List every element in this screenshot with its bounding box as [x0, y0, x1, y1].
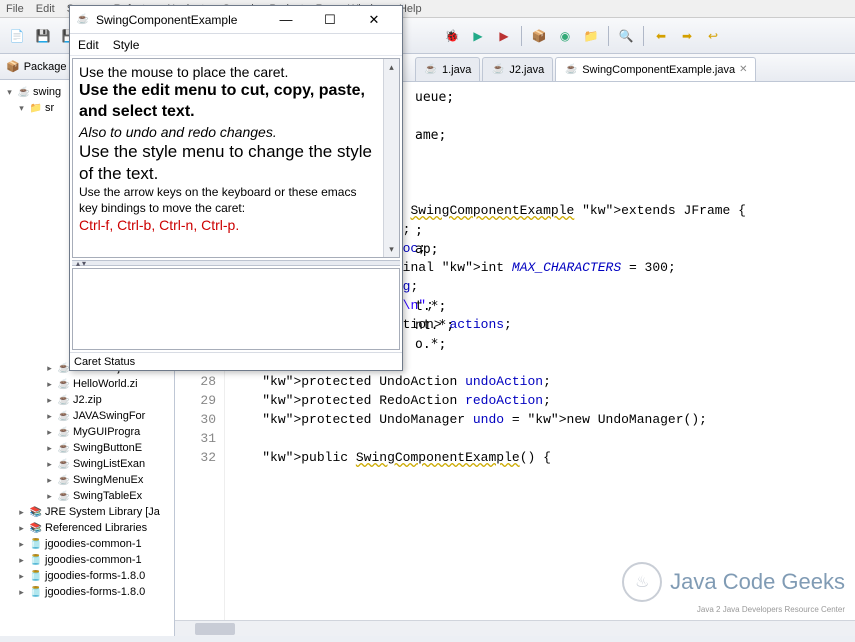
scroll-up-icon[interactable]: ▴ — [384, 59, 399, 75]
textpane-line[interactable]: Use the edit menu to cut, copy, paste, a… — [79, 81, 393, 123]
maximize-button[interactable]: ☐ — [308, 6, 352, 34]
new-pkg-icon[interactable]: 📦 — [528, 25, 550, 47]
tree-jar[interactable]: ▸🫙jgoodies-common-1 — [2, 536, 172, 552]
textpane-scrollbar[interactable]: ▴▾ — [383, 59, 399, 257]
tree-file[interactable]: ▸☕J2.zip — [2, 392, 172, 408]
tree-file[interactable]: ▸☕SwingButtonE — [2, 440, 172, 456]
chevron-right-icon[interactable]: ▸ — [44, 411, 55, 422]
chevron-right-icon[interactable]: ▸ — [16, 587, 27, 598]
open-type-icon[interactable]: 📁 — [580, 25, 602, 47]
forward-icon[interactable]: ➡ — [676, 25, 698, 47]
chevron-down-icon[interactable]: ▾ — [16, 103, 27, 114]
chevron-right-icon[interactable]: ▸ — [44, 459, 55, 470]
library-icon: 📚 — [29, 521, 43, 535]
src-folder-icon: 📁 — [29, 101, 43, 115]
textpane-line[interactable]: Ctrl-f, Ctrl-b, Ctrl-n, Ctrl-p. — [79, 216, 393, 234]
library-icon: 📚 — [29, 505, 43, 519]
java-file-icon: ☕ — [57, 425, 71, 439]
horizontal-scrollbar[interactable] — [175, 620, 855, 636]
chevron-right-icon[interactable]: ▸ — [44, 443, 55, 454]
new-class-icon[interactable]: ◉ — [554, 25, 576, 47]
java-file-icon: ☕ — [491, 63, 505, 77]
new-icon[interactable]: 📄 — [6, 25, 28, 47]
java-file-icon: ☕ — [424, 63, 438, 77]
project-icon: ☕ — [17, 85, 31, 99]
java-file-icon: ☕ — [57, 393, 71, 407]
chevron-right-icon[interactable]: ▸ — [44, 363, 55, 374]
tab-swing-example[interactable]: ☕SwingComponentExample.java✕ — [555, 57, 756, 81]
chevron-down-icon[interactable]: ▾ — [4, 87, 15, 98]
java-file-icon: ☕ — [57, 441, 71, 455]
package-icon: 📦 — [6, 60, 20, 73]
close-button[interactable]: ✕ — [352, 6, 396, 34]
java-file-icon: ☕ — [57, 457, 71, 471]
tab-j2[interactable]: ☕J2.java — [482, 57, 553, 81]
collapse-up-icon[interactable]: ▴ — [76, 259, 80, 268]
textpane-line[interactable]: Also to undo and redo changes. — [79, 123, 393, 141]
split-divider[interactable]: ▴▾ — [72, 260, 400, 266]
chevron-right-icon[interactable]: ▸ — [44, 475, 55, 486]
chevron-right-icon[interactable]: ▸ — [44, 427, 55, 438]
tree-file[interactable]: ▸☕SwingMenuEx — [2, 472, 172, 488]
tree-file[interactable]: ▸☕HelloWorld.zi — [2, 376, 172, 392]
chevron-right-icon[interactable]: ▸ — [16, 507, 27, 518]
scroll-down-icon[interactable]: ▾ — [384, 241, 399, 257]
tree-library[interactable]: ▸📚Referenced Libraries — [2, 520, 172, 536]
save-icon[interactable]: 💾 — [32, 25, 54, 47]
menu-file[interactable]: File — [6, 3, 24, 15]
minimize-button[interactable]: — — [264, 6, 308, 34]
chevron-right-icon[interactable]: ▸ — [44, 395, 55, 406]
menu-edit[interactable]: Edit — [36, 3, 55, 15]
tree-file[interactable]: ▸☕JAVASwingFor — [2, 408, 172, 424]
jar-icon: 🫙 — [29, 569, 43, 583]
swing-titlebar[interactable]: ☕ SwingComponentExample — ☐ ✕ — [70, 6, 402, 34]
java-app-icon: ☕ — [76, 13, 90, 27]
jar-icon: 🫙 — [29, 537, 43, 551]
debug-icon[interactable]: 🐞 — [441, 25, 463, 47]
chevron-right-icon[interactable]: ▸ — [16, 571, 27, 582]
tree-jar[interactable]: ▸🫙jgoodies-forms-1.8.0 — [2, 584, 172, 600]
swing-textpane[interactable]: Use the mouse to place the caret. Use th… — [72, 58, 400, 258]
chevron-right-icon[interactable]: ▸ — [16, 555, 27, 566]
textpane-line[interactable]: Use the mouse to place the caret. — [79, 63, 393, 81]
swing-changelog[interactable] — [72, 268, 400, 350]
chevron-right-icon[interactable]: ▸ — [16, 539, 27, 550]
java-file-icon: ☕ — [564, 63, 578, 77]
textpane-line[interactable]: Use the arrow keys on the keyboard or th… — [79, 185, 393, 216]
back-icon[interactable]: ⬅ — [650, 25, 672, 47]
tab-j1[interactable]: ☕1.java — [415, 57, 480, 81]
swing-menubar: Edit Style — [70, 34, 402, 56]
search-icon[interactable]: 🔍 — [615, 25, 637, 47]
jar-icon: 🫙 — [29, 553, 43, 567]
tree-file[interactable]: ▸☕SwingTableEx — [2, 488, 172, 504]
chevron-right-icon[interactable]: ▸ — [16, 523, 27, 534]
close-icon[interactable]: ✕ — [739, 64, 747, 75]
textpane-line[interactable]: Use the style menu to change the style o… — [79, 141, 393, 185]
swing-menu-style[interactable]: Style — [113, 38, 140, 52]
swing-app-window: ☕SwingComponentExample — ☐ ✕ Edit Style … — [69, 5, 403, 371]
jar-icon: 🫙 — [29, 585, 43, 599]
run-ext-icon[interactable]: ▶ — [493, 25, 515, 47]
swing-menu-edit[interactable]: Edit — [78, 38, 99, 52]
java-file-icon: ☕ — [57, 409, 71, 423]
tree-jar[interactable]: ▸🫙jgoodies-common-1 — [2, 552, 172, 568]
swing-title-text: SwingComponentExample — [96, 13, 237, 27]
nav-last-icon[interactable]: ↩ — [702, 25, 724, 47]
tree-library[interactable]: ▸📚JRE System Library [Ja — [2, 504, 172, 520]
chevron-right-icon[interactable]: ▸ — [44, 379, 55, 390]
run-icon[interactable]: ▶ — [467, 25, 489, 47]
tree-file[interactable]: ▸☕SwingListExan — [2, 456, 172, 472]
java-file-icon: ☕ — [57, 473, 71, 487]
collapse-down-icon[interactable]: ▾ — [82, 259, 86, 268]
tree-file[interactable]: ▸☕MyGUIProgra — [2, 424, 172, 440]
swing-status-bar: Caret Status — [70, 352, 402, 370]
java-file-icon: ☕ — [57, 377, 71, 391]
java-file-icon: ☕ — [57, 489, 71, 503]
tree-jar[interactable]: ▸🫙jgoodies-forms-1.8.0 — [2, 568, 172, 584]
chevron-right-icon[interactable]: ▸ — [44, 491, 55, 502]
